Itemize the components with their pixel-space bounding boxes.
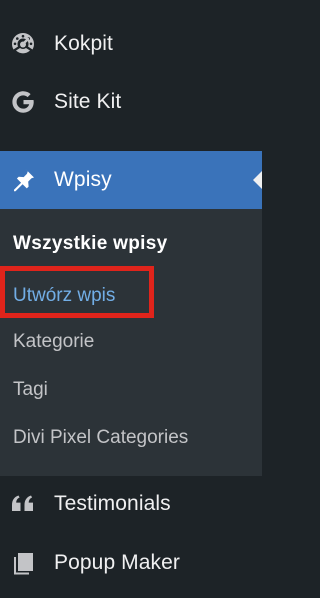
- admin-sidebar: Kokpit Site Kit Wpisy Wszystkie wpisy Ut…: [0, 0, 262, 598]
- pages-icon: [8, 548, 38, 578]
- menu-item-testimonials[interactable]: Testimonials: [0, 476, 262, 532]
- menu-item-site-kit[interactable]: Site Kit: [0, 74, 262, 130]
- quote-icon: [8, 489, 38, 519]
- menu-item-label: Wpisy: [54, 168, 112, 191]
- submenu-item-kategorie[interactable]: Kategorie: [13, 331, 94, 353]
- current-menu-arrow: [253, 171, 262, 189]
- submenu-item-divi-pixel-categories[interactable]: Divi Pixel Categories: [13, 427, 188, 449]
- menu-item-label: Kokpit: [54, 32, 113, 55]
- google-g-icon: [8, 87, 38, 117]
- submenu-item-tagi[interactable]: Tagi: [13, 379, 48, 401]
- menu-item-kokpit[interactable]: Kokpit: [0, 16, 262, 72]
- submenu-wpisy: Wszystkie wpisy Utwórz wpis Kategorie Ta…: [0, 209, 262, 476]
- menu-item-label: Site Kit: [54, 90, 122, 113]
- menu-item-label: Popup Maker: [54, 551, 181, 574]
- submenu-item-wszystkie-wpisy[interactable]: Wszystkie wpisy: [13, 233, 167, 255]
- highlight-annotation-box: [0, 266, 154, 318]
- dashboard-gauge-icon: [8, 29, 38, 59]
- menu-item-popup-maker[interactable]: Popup Maker: [0, 535, 262, 591]
- pushpin-icon: [8, 165, 38, 195]
- menu-item-label: Testimonials: [54, 492, 171, 515]
- menu-item-wpisy[interactable]: Wpisy: [0, 151, 262, 209]
